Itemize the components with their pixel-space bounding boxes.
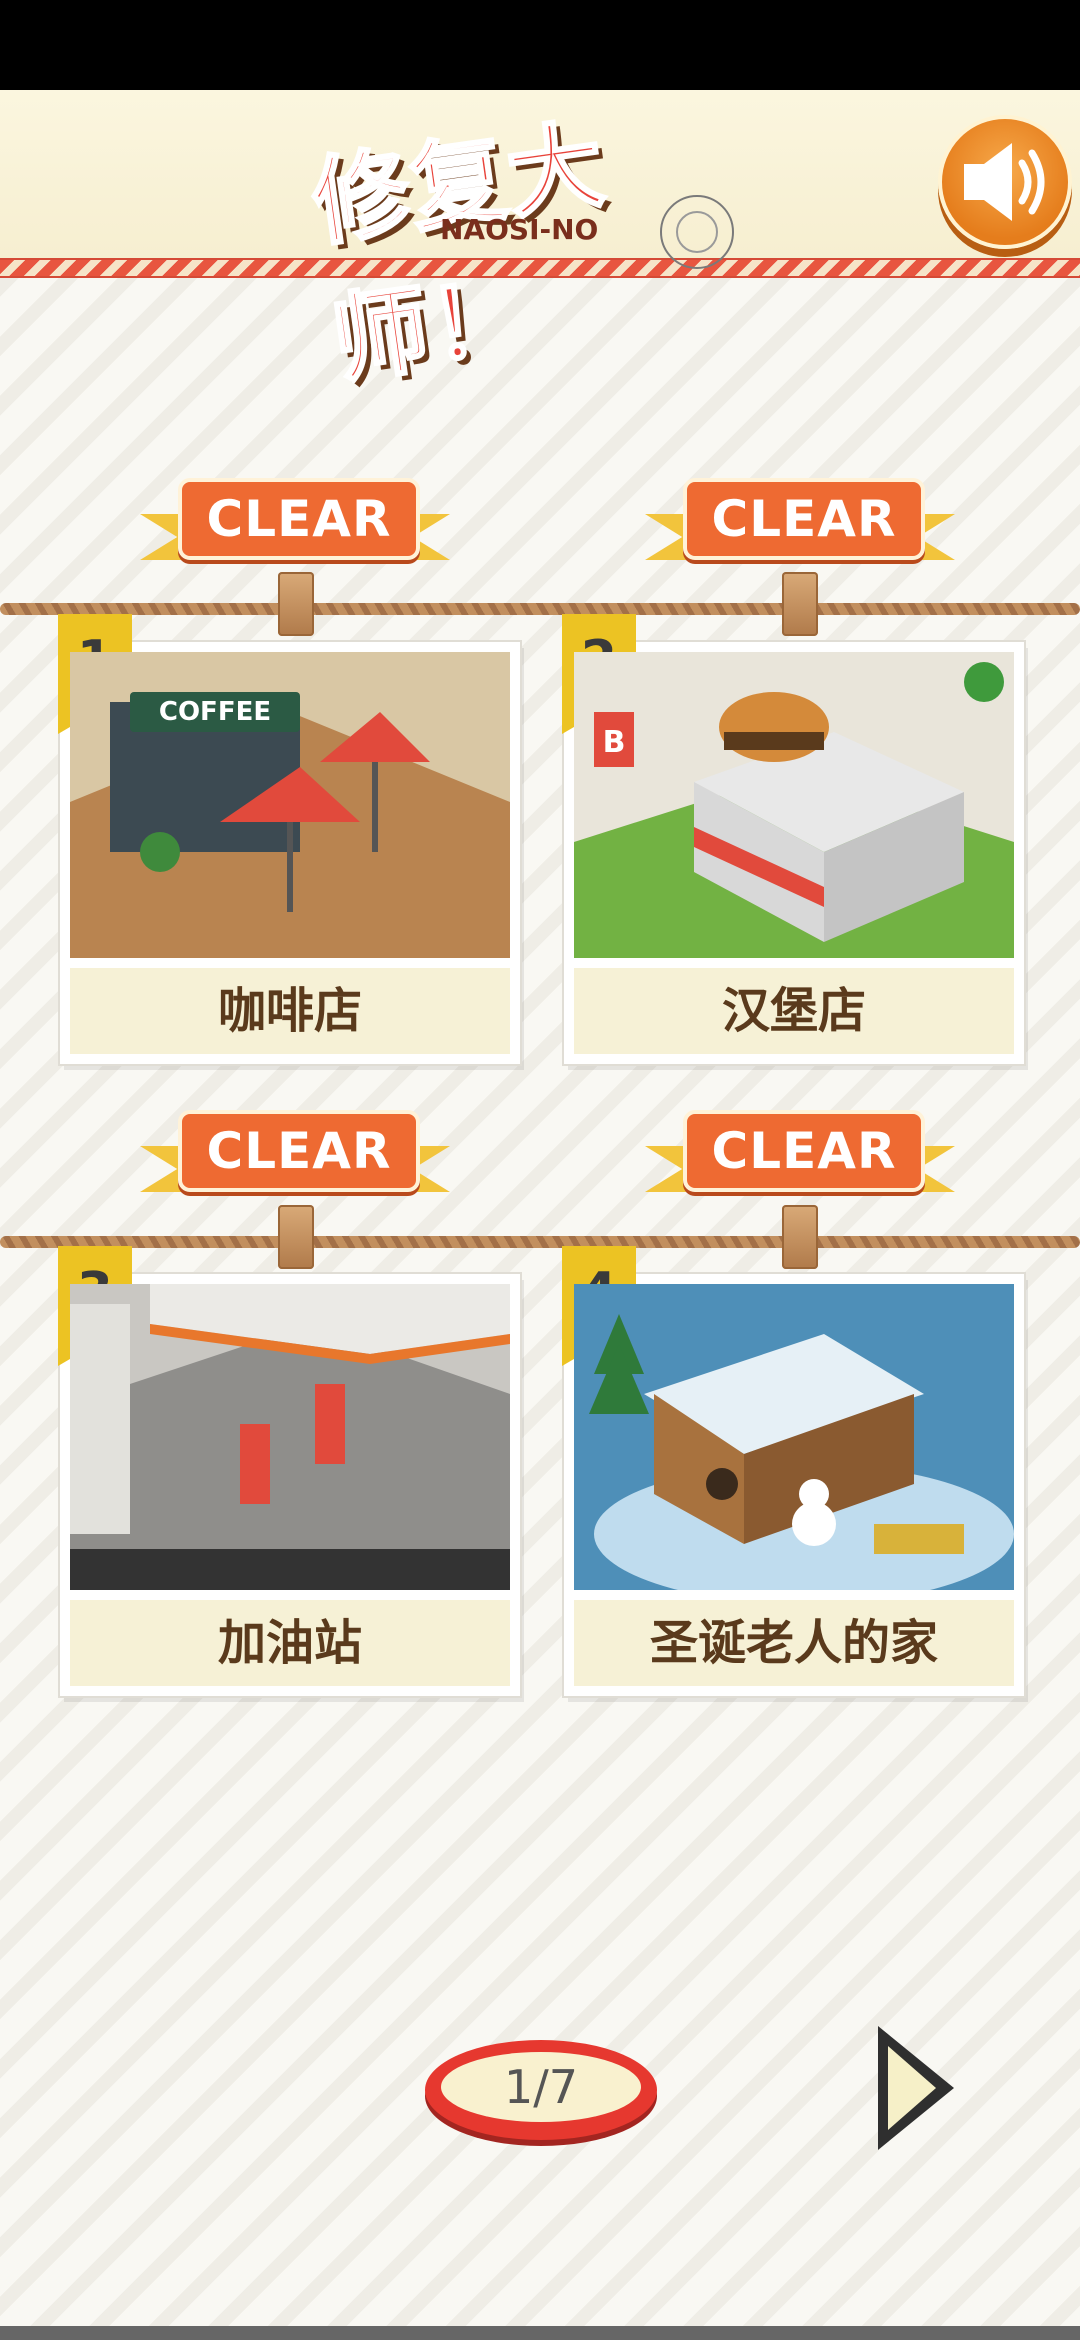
level-label: 汉堡店: [574, 968, 1014, 1054]
system-nav-bar: [0, 2326, 1080, 2340]
level-thumbnail-coffee: COFFEE: [70, 652, 510, 958]
level-label: 圣诞老人的家: [574, 1600, 1014, 1686]
svg-text:B: B: [603, 725, 626, 760]
page-indicator: 1/7: [425, 2040, 657, 2140]
level-card-4[interactable]: 4 圣诞老人的家: [562, 1246, 1024, 1696]
clear-label: CLEAR: [683, 478, 925, 560]
clear-banner-4: CLEAR: [645, 1110, 955, 1220]
rope-row-1: [0, 603, 1080, 615]
level-thumbnail-gas-station: [70, 1284, 510, 1590]
level-thumbnail-santa-house: [574, 1284, 1014, 1590]
clear-label: CLEAR: [178, 1110, 420, 1192]
level-label: 加油站: [70, 1600, 510, 1686]
logo-subtitle: NAOSI-NO: [440, 213, 599, 246]
level-label: 咖啡店: [70, 968, 510, 1054]
rope-row-2: [0, 1236, 1080, 1248]
sound-button[interactable]: [938, 115, 1072, 249]
clear-label: CLEAR: [683, 1110, 925, 1192]
level-card-3[interactable]: 3 加油站: [58, 1246, 520, 1696]
svg-text:COFFEE: COFFEE: [159, 697, 271, 727]
level-thumbnail-burger: B: [574, 652, 1014, 958]
logo-ring-icon: [660, 195, 734, 269]
level-card-1[interactable]: 1 COFFEE 咖啡店: [58, 614, 520, 1064]
clothespin: [782, 1205, 818, 1269]
level-card-2[interactable]: 2 B 汉堡店: [562, 614, 1024, 1064]
next-page-button[interactable]: [868, 2018, 958, 2158]
clear-label: CLEAR: [178, 478, 420, 560]
page-indicator-text: 1/7: [441, 2052, 641, 2122]
status-bar: [0, 0, 1080, 90]
speaker-icon: [964, 143, 1045, 221]
clothespin: [278, 1205, 314, 1269]
clothespin: [782, 572, 818, 636]
clothespin: [278, 572, 314, 636]
play-arrow-icon: [878, 2026, 954, 2150]
game-logo: 修复大师！ NAOSI-NO: [300, 95, 760, 399]
clear-banner-3: CLEAR: [140, 1110, 450, 1220]
